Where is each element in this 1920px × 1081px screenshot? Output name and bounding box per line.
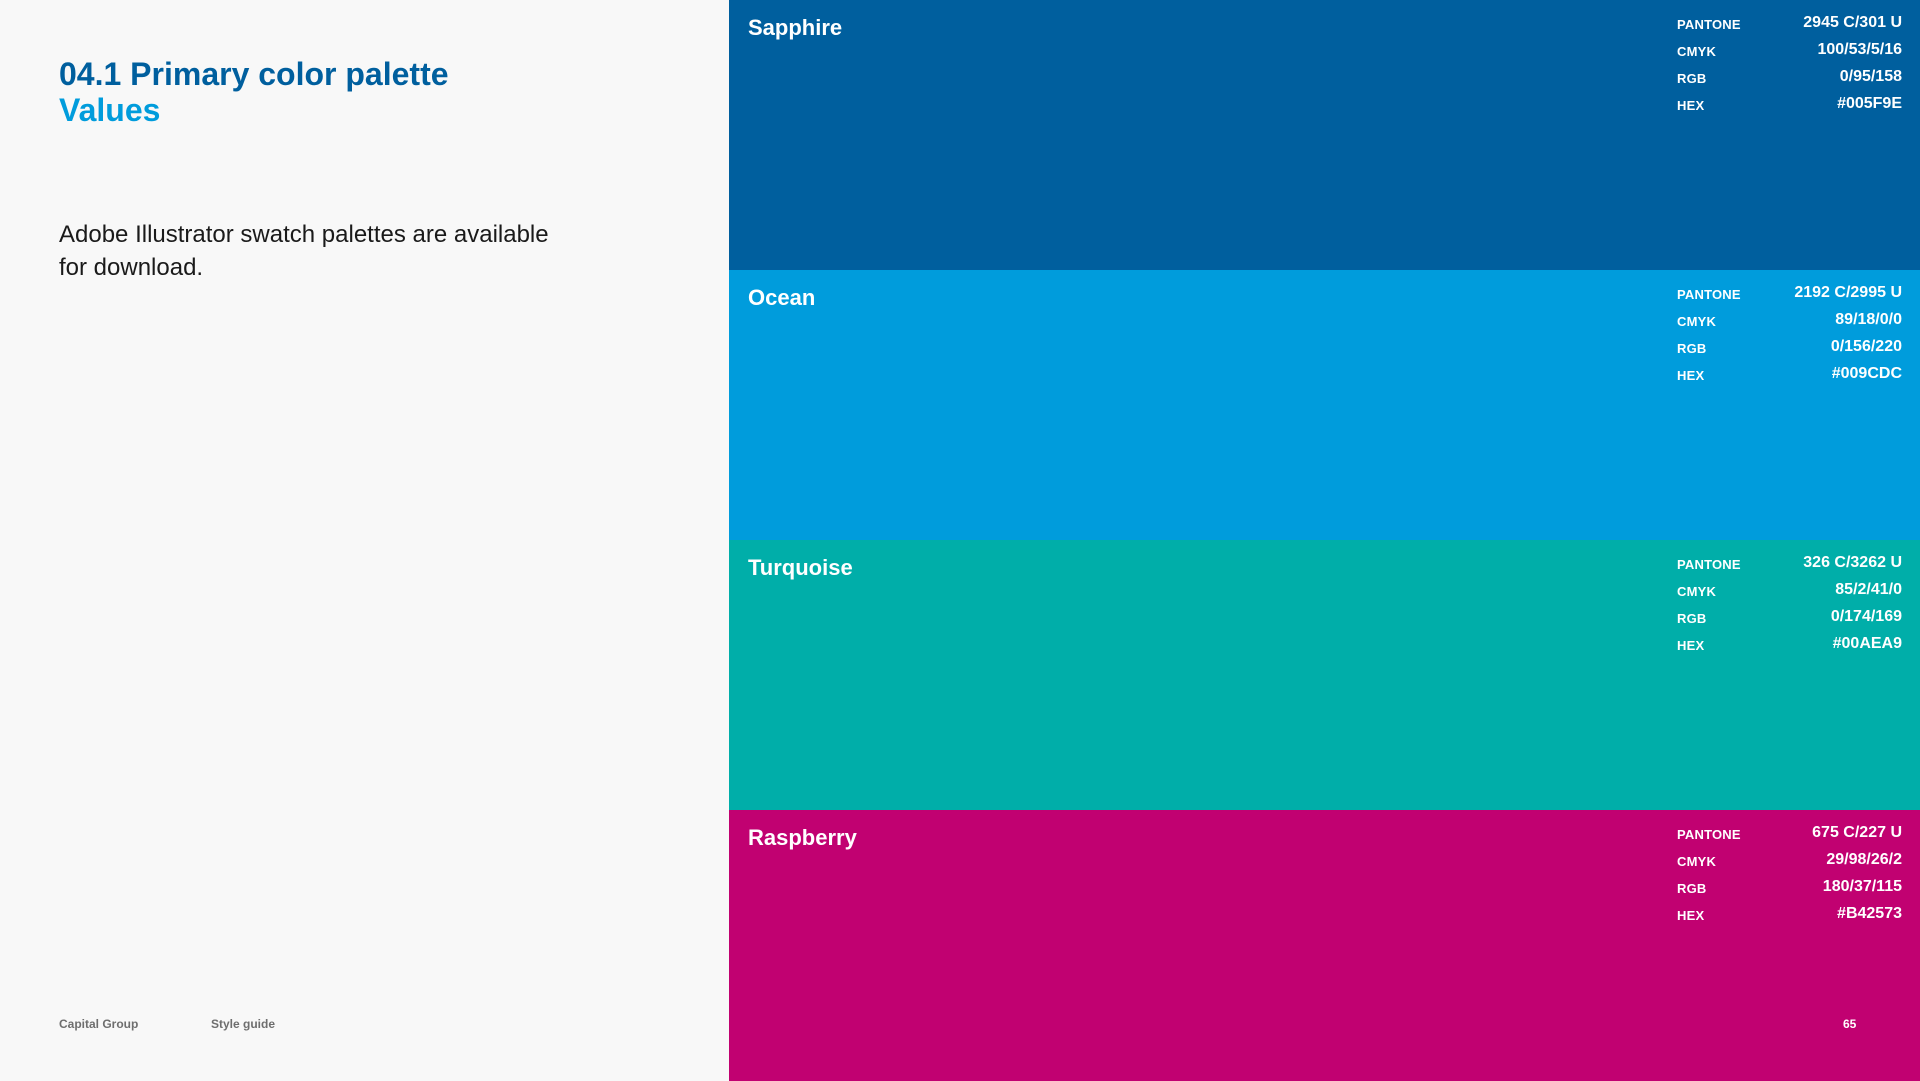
spec-row-hex: HEX #009CDC <box>1677 363 1902 390</box>
spec-value-hex: #00AEA9 <box>1832 635 1902 652</box>
description-text: Adobe Illustrator swatch palettes are av… <box>59 221 549 281</box>
spec-label-rgb: RGB <box>1677 881 1707 896</box>
spec-value-hex: #B42573 <box>1837 905 1902 922</box>
spec-label-cmyk: CMYK <box>1677 44 1717 59</box>
swatch-turquoise: Turquoise PANTONE 326 C/3262 U CMYK 85/2… <box>729 540 1920 810</box>
page-title: 04.1 Primary color palette Values <box>59 56 449 128</box>
spec-row-cmyk: CMYK 89/18/0/0 <box>1677 309 1902 336</box>
spec-row-rgb: RGB 180/37/115 <box>1677 876 1902 903</box>
swatch-panel: Sapphire PANTONE 2945 C/301 U CMYK 100/5… <box>729 0 1920 1081</box>
swatch-specs: PANTONE 2945 C/301 U CMYK 100/53/5/16 RG… <box>1677 12 1902 120</box>
spec-row-cmyk: CMYK 29/98/26/2 <box>1677 849 1902 876</box>
spec-value-pantone: 2945 C/301 U <box>1803 14 1902 31</box>
spec-value-cmyk: 85/2/41/0 <box>1835 581 1902 598</box>
swatch-specs: PANTONE 326 C/3262 U CMYK 85/2/41/0 RGB … <box>1677 552 1902 660</box>
spec-label-rgb: RGB <box>1677 341 1707 356</box>
spec-value-rgb: 0/174/169 <box>1830 608 1902 625</box>
spec-label-hex: HEX <box>1677 908 1705 923</box>
spec-label-pantone: PANTONE <box>1677 17 1741 32</box>
spec-value-pantone: 2192 C/2995 U <box>1794 284 1902 301</box>
spec-label-cmyk: CMYK <box>1677 314 1717 329</box>
left-panel: 04.1 Primary color palette Values Adobe … <box>0 0 729 1081</box>
style-guide-page: 04.1 Primary color palette Values Adobe … <box>0 0 1920 1081</box>
swatch-sapphire: Sapphire PANTONE 2945 C/301 U CMYK 100/5… <box>729 0 1920 270</box>
spec-label-hex: HEX <box>1677 368 1705 383</box>
spec-label-hex: HEX <box>1677 98 1705 113</box>
swatch-ocean: Ocean PANTONE 2192 C/2995 U CMYK 89/18/0… <box>729 270 1920 540</box>
spec-row-pantone: PANTONE 2192 C/2995 U <box>1677 282 1902 309</box>
spec-value-cmyk: 29/98/26/2 <box>1826 851 1902 868</box>
swatch-name: Sapphire <box>748 15 843 40</box>
spec-value-hex: #009CDC <box>1831 365 1902 382</box>
spec-value-pantone: 326 C/3262 U <box>1803 554 1902 571</box>
spec-row-cmyk: CMYK 100/53/5/16 <box>1677 39 1902 66</box>
spec-row-pantone: PANTONE 675 C/227 U <box>1677 822 1902 849</box>
section-subtitle: Values <box>59 92 161 128</box>
swatch-specs: PANTONE 675 C/227 U CMYK 29/98/26/2 RGB … <box>1677 822 1902 930</box>
swatch-specs: PANTONE 2192 C/2995 U CMYK 89/18/0/0 RGB… <box>1677 282 1902 390</box>
spec-label-rgb: RGB <box>1677 71 1707 86</box>
swatch-raspberry: Raspberry PANTONE 675 C/227 U CMYK 29/98… <box>729 810 1920 1081</box>
spec-row-hex: HEX #00AEA9 <box>1677 633 1902 660</box>
spec-row-hex: HEX #B42573 <box>1677 903 1902 930</box>
spec-label-pantone: PANTONE <box>1677 827 1741 842</box>
spec-value-rgb: 180/37/115 <box>1822 878 1902 895</box>
spec-row-cmyk: CMYK 85/2/41/0 <box>1677 579 1902 606</box>
spec-value-pantone: 675 C/227 U <box>1812 824 1902 841</box>
spec-row-pantone: PANTONE 2945 C/301 U <box>1677 12 1902 39</box>
spec-value-cmyk: 100/53/5/16 <box>1817 41 1902 58</box>
swatch-name: Ocean <box>748 285 816 310</box>
spec-row-rgb: RGB 0/174/169 <box>1677 606 1902 633</box>
spec-row-rgb: RGB 0/95/158 <box>1677 66 1902 93</box>
footer-document-title: Style guide <box>211 1017 276 1031</box>
spec-row-hex: HEX #005F9E <box>1677 93 1902 120</box>
spec-row-pantone: PANTONE 326 C/3262 U <box>1677 552 1902 579</box>
spec-label-pantone: PANTONE <box>1677 287 1741 302</box>
spec-value-cmyk: 89/18/0/0 <box>1835 311 1902 328</box>
swatch-name: Raspberry <box>748 825 857 850</box>
section-title: 04.1 Primary color palette <box>59 56 449 92</box>
spec-value-rgb: 0/156/220 <box>1830 338 1902 355</box>
spec-value-rgb: 0/95/158 <box>1839 68 1902 85</box>
spec-label-rgb: RGB <box>1677 611 1707 626</box>
footer-brand: Capital Group <box>59 1017 139 1031</box>
spec-label-hex: HEX <box>1677 638 1705 653</box>
spec-row-rgb: RGB 0/156/220 <box>1677 336 1902 363</box>
spec-label-cmyk: CMYK <box>1677 584 1717 599</box>
spec-label-pantone: PANTONE <box>1677 557 1741 572</box>
spec-value-hex: #005F9E <box>1837 95 1902 112</box>
page-number: 65 <box>1843 1017 1857 1031</box>
swatch-name: Turquoise <box>748 555 853 580</box>
spec-label-cmyk: CMYK <box>1677 854 1717 869</box>
